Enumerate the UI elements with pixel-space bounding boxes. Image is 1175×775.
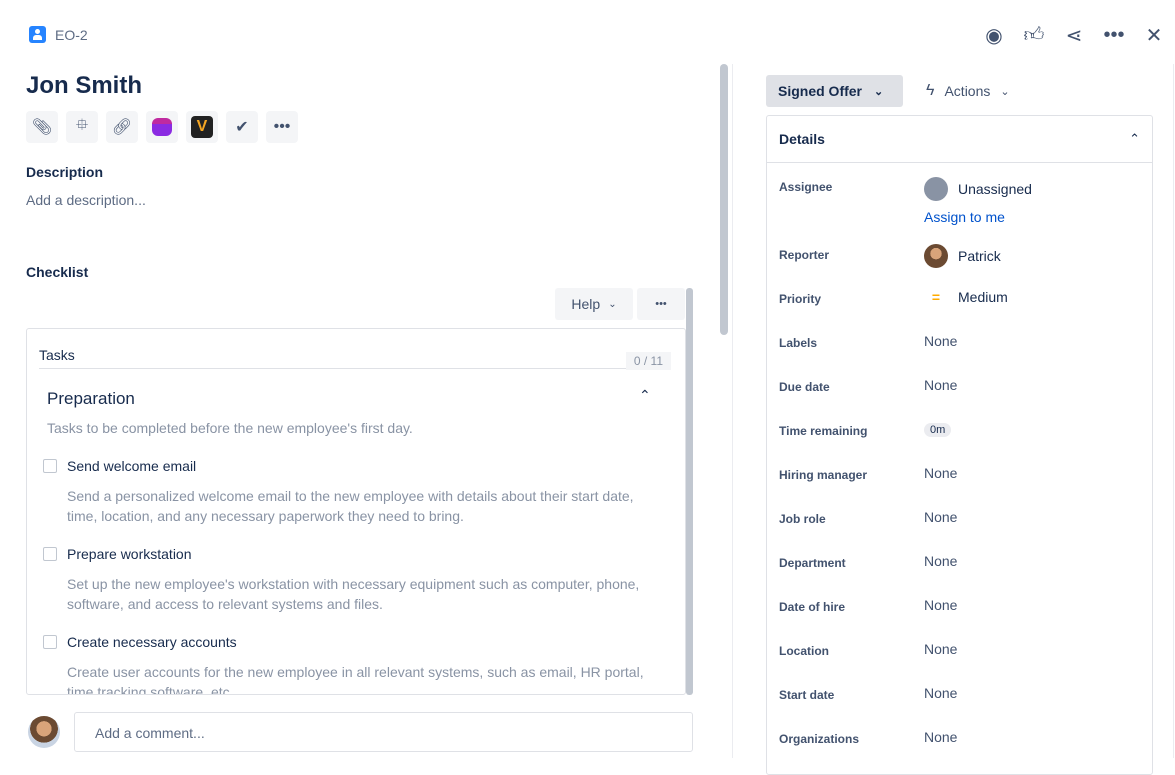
- checkbox[interactable]: [43, 547, 57, 561]
- attachment-icon[interactable]: 📎︎: [26, 111, 58, 143]
- chevron-down-icon: ⌄: [608, 298, 617, 310]
- field-value[interactable]: None: [924, 597, 957, 613]
- field-label: Reporter: [779, 248, 830, 262]
- field-value[interactable]: None: [924, 685, 957, 701]
- link-icon[interactable]: 🔗︎: [106, 111, 138, 143]
- field-label: Job role: [779, 512, 826, 526]
- field-label: Labels: [779, 336, 818, 350]
- checkbox[interactable]: [43, 459, 57, 473]
- field-value[interactable]: None: [924, 641, 957, 657]
- assignee-name: Unassigned: [958, 181, 1032, 197]
- field-label: Hiring manager: [779, 468, 868, 482]
- lightning-icon: ϟ: [926, 82, 935, 99]
- chevron-up-icon[interactable]: ⌃: [1129, 131, 1140, 147]
- more-icon[interactable]: •••: [1103, 22, 1125, 48]
- priority-value[interactable]: = Medium: [924, 289, 1008, 305]
- issue-type-icon: [29, 26, 46, 43]
- issue-key-breadcrumb[interactable]: EO-2: [29, 26, 88, 43]
- reporter-value[interactable]: Patrick: [924, 244, 1001, 268]
- panel-edge: [1173, 64, 1174, 758]
- help-label: Help: [571, 296, 601, 312]
- priority-medium-icon: =: [931, 289, 941, 305]
- checklist-item[interactable]: Prepare workstation: [43, 546, 192, 562]
- item-description: Send a personalized welcome email to the…: [67, 488, 634, 524]
- chevron-up-icon[interactable]: ⌃: [639, 387, 651, 404]
- close-icon[interactable]: ✕: [1143, 22, 1165, 48]
- item-description: Create user accounts for the new employe…: [67, 664, 644, 695]
- field-label: Time remaining: [779, 424, 868, 438]
- field-label: Location: [779, 644, 829, 658]
- checklist-panel: Tasks 0 / 11 Preparation ⌃ Tasks to be c…: [26, 328, 686, 695]
- main-scrollbar[interactable]: [720, 64, 728, 335]
- details-title: Details: [779, 131, 825, 147]
- actions-dropdown[interactable]: ϟ Actions ⌄: [926, 75, 1010, 107]
- field-label: Priority: [779, 292, 822, 306]
- avatar: [924, 177, 948, 201]
- status-dropdown[interactable]: Signed Offer ⌄: [766, 75, 903, 107]
- priority-name: Medium: [958, 289, 1008, 305]
- field-value[interactable]: None: [924, 465, 957, 481]
- chevron-down-icon: ⌄: [1000, 85, 1010, 98]
- status-label: Signed Offer: [778, 83, 863, 99]
- field-label: Assignee: [779, 180, 833, 194]
- avatar: [924, 244, 948, 268]
- item-description: Set up the new employee's workstation wi…: [67, 576, 640, 612]
- panel-divider: [732, 64, 733, 758]
- checklist-item[interactable]: Create necessary accounts: [43, 634, 237, 650]
- more-icon[interactable]: •••: [266, 111, 298, 143]
- page-title[interactable]: Jon Smith: [26, 72, 142, 100]
- details-panel: Details ⌃ Assignee Unassigned Assign to …: [766, 115, 1153, 775]
- field-label: Date of hire: [779, 600, 846, 614]
- checklist-item[interactable]: Send welcome email: [43, 458, 196, 474]
- app-purple-icon[interactable]: [146, 111, 178, 143]
- checklist-icon[interactable]: ✔: [226, 111, 258, 143]
- avatar: [28, 716, 60, 748]
- checklist-more-button[interactable]: •••: [637, 288, 685, 320]
- field-label: Start date: [779, 688, 835, 702]
- reporter-name: Patrick: [958, 248, 1001, 264]
- description-input[interactable]: Add a description...: [26, 192, 146, 208]
- comment-input[interactable]: Add a comment...: [74, 712, 693, 752]
- checklist-scrollbar[interactable]: [686, 288, 693, 695]
- tasks-label: Tasks: [39, 347, 75, 363]
- field-label: Department: [779, 556, 846, 570]
- field-value[interactable]: None: [924, 509, 957, 525]
- description-heading: Description: [26, 164, 104, 180]
- field-label: Due date: [779, 380, 830, 394]
- top-actions: ◉ 👍︎ ⋖ ••• ✕: [983, 22, 1165, 48]
- checklist-heading: Checklist: [26, 264, 89, 280]
- child-issues-icon[interactable]: ⯐: [66, 111, 98, 143]
- watch-icon[interactable]: ◉: [983, 22, 1005, 48]
- divider: [39, 368, 671, 369]
- app-v-icon[interactable]: V: [186, 111, 218, 143]
- help-button[interactable]: Help ⌄: [555, 288, 633, 320]
- assign-to-me-link[interactable]: Assign to me: [924, 209, 1005, 225]
- field-value[interactable]: None: [924, 377, 957, 393]
- field-label: Organizations: [779, 732, 860, 746]
- field-value[interactable]: None: [924, 553, 957, 569]
- field-value[interactable]: None: [924, 333, 957, 349]
- issue-toolbar: 📎︎ ⯐ 🔗︎ V ✔ •••: [26, 111, 298, 143]
- item-label: Prepare workstation: [67, 546, 192, 562]
- field-value[interactable]: 0m: [924, 423, 952, 437]
- chevron-down-icon: ⌄: [874, 85, 884, 98]
- like-icon[interactable]: 👍︎: [1023, 22, 1045, 48]
- actions-label: Actions: [944, 83, 991, 99]
- share-icon[interactable]: ⋖: [1063, 22, 1085, 48]
- details-header[interactable]: Details ⌃: [767, 116, 1152, 163]
- group-description: Tasks to be completed before the new emp…: [47, 420, 413, 436]
- item-label: Create necessary accounts: [67, 634, 237, 650]
- item-label: Send welcome email: [67, 458, 197, 474]
- progress-badge: 0 / 11: [625, 352, 671, 370]
- field-value[interactable]: None: [924, 729, 957, 745]
- checkbox[interactable]: [43, 635, 57, 649]
- group-title[interactable]: Preparation: [47, 389, 135, 409]
- assignee-value[interactable]: Unassigned: [924, 177, 1032, 201]
- issue-key: EO-2: [55, 26, 88, 43]
